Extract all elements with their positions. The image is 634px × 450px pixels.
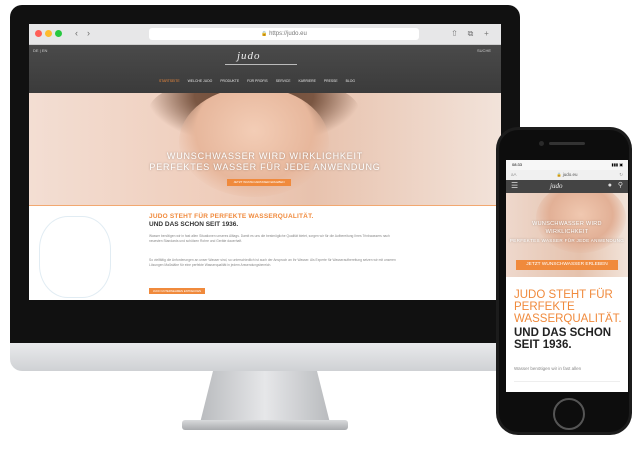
share-icon[interactable]: ⇧ (449, 28, 460, 39)
mobile-hero-headline: WUNSCHWASSER WIRD (532, 221, 602, 227)
chevron-left-icon[interactable]: ‹ (71, 28, 82, 39)
intro-subheading: UND DAS SCHON SEIT 1936. (149, 221, 239, 228)
phone-speaker (549, 142, 585, 145)
mobile-intro-section: JUDO STEHT FÜR PERFEKTE WASSERQUALITÄT. … (506, 277, 628, 392)
home-button[interactable] (553, 398, 585, 430)
search-icon[interactable]: ⚲ (618, 181, 623, 189)
intro-paragraph: Wasser benötigen wir in fast allen Situa… (149, 234, 390, 243)
nav-item-welche-judo[interactable]: WELCHE JUDO (188, 79, 213, 83)
mobile-hero-subheadline: PERFEKTES WASSER FÜR JEDE ANWENDUNG (509, 238, 625, 243)
site-header: DE | EN SUCHE judo STARTSEITE WELCHE JUD… (29, 45, 501, 93)
mobile-screen: 08:33 ▮▮▮ ▣ aA 🔒 judo.eu ↻ ☰ judo ● ⚲ WU… (506, 160, 628, 392)
company-cta-button[interactable]: JUDO UNTERNEHMEN ENTDECKEN (149, 288, 205, 294)
mobile-intro-heading: JUDO STEHT FÜR PERFEKTE WASSERQUALITÄT. (514, 289, 622, 325)
mobile-site-header: ☰ judo ● ⚲ (506, 180, 628, 193)
mobile-site-logo[interactable]: judo (550, 182, 562, 190)
hero-subheadline: PERFEKTES WASSER FÜR JEDE ANWENDUNG (149, 162, 381, 172)
site-logo[interactable]: judo (237, 50, 261, 62)
header-search[interactable]: SUCHE (477, 48, 491, 53)
mobile-hero-headline-2: WIRKLICHKEIT (545, 229, 589, 235)
phone-bezel: 08:33 ▮▮▮ ▣ aA 🔒 judo.eu ↻ ☰ judo ● ⚲ WU… (499, 130, 629, 432)
mobile-url: judo.eu (562, 172, 578, 177)
minimize-window-button[interactable] (45, 30, 52, 37)
mobile-intro-subheading: UND DAS SCHON SEIT 1936. (514, 327, 612, 351)
hero-headline: WUNSCHWASSER WIRD WIRKLICHKEIT (166, 151, 364, 161)
nav-item-blog[interactable]: BLOG (346, 79, 355, 83)
address-bar-url: https://judo.eu (269, 31, 307, 37)
mobile-intro-paragraph: Wasser benötigen wir in fast allen (514, 366, 582, 371)
lock-icon: 🔒 (261, 31, 268, 37)
nav-item-presse[interactable]: PRESSE (324, 79, 338, 83)
address-bar[interactable]: 🔒 https://judo.eu (149, 28, 419, 40)
desktop-screen: ‹ › 🔒 https://judo.eu ⇧ ⧉ + DE | EN SUCH… (29, 24, 501, 300)
signal-battery-icon: ▮▮▮ ▣ (611, 162, 624, 167)
status-time: 08:33 (512, 162, 523, 167)
hero-banner: WUNSCHWASSER WIRD WIRKLICHKEIT PERFEKTES… (29, 93, 501, 205)
phone-frame: 08:33 ▮▮▮ ▣ aA 🔒 judo.eu ↻ ☰ judo ● ⚲ WU… (496, 127, 632, 435)
intro-section: JUDO STEHT FÜR PERFEKTE WASSERQUALITÄT. … (29, 205, 501, 300)
maximize-window-button[interactable] (55, 30, 62, 37)
chevron-right-icon[interactable]: › (83, 28, 94, 39)
mobile-hero-banner: WUNSCHWASSER WIRD WIRKLICHKEIT PERFEKTES… (506, 193, 628, 277)
imac-chin (10, 343, 520, 371)
add-tab-icon[interactable]: + (481, 28, 492, 39)
browser-toolbar: ‹ › 🔒 https://judo.eu ⇧ ⧉ + (29, 24, 501, 45)
status-bar: 08:33 ▮▮▮ ▣ (506, 160, 628, 170)
main-navigation: STARTSEITE WELCHE JUDO PRODUKTE FÜR PROF… (159, 77, 389, 85)
lock-icon: 🔒 (556, 172, 562, 177)
nav-item-service[interactable]: SERVICE (276, 79, 291, 83)
imac-stand-base (182, 420, 348, 430)
mobile-hero-cta-button[interactable]: JETZT WUNSCHWASSER ERLEBEN (516, 260, 618, 270)
globe-icon[interactable]: ● (608, 182, 612, 189)
imac-stand (200, 371, 330, 423)
water-splash-decoration (39, 216, 111, 298)
nav-item-startseite[interactable]: STARTSEITE (159, 79, 180, 83)
front-camera (539, 141, 544, 146)
nav-item-karriere[interactable]: KARRIERE (299, 79, 316, 83)
mobile-address-bar[interactable]: aA 🔒 judo.eu ↻ (506, 170, 628, 180)
hamburger-icon[interactable]: ☰ (511, 181, 518, 190)
language-switch[interactable]: DE | EN (33, 48, 47, 53)
close-window-button[interactable] (35, 30, 42, 37)
nav-item-produkte[interactable]: PRODUKTE (220, 79, 239, 83)
divider (514, 381, 620, 382)
tabs-icon[interactable]: ⧉ (465, 28, 476, 39)
intro-paragraph: So vielfältig die Anforderungen an unser… (149, 258, 396, 267)
intro-heading: JUDO STEHT FÜR PERFEKTE WASSERQUALITÄT. (149, 213, 314, 220)
text-size-icon[interactable]: aA (511, 170, 517, 180)
reload-icon[interactable]: ↻ (619, 170, 623, 180)
nav-item-fuer-profis[interactable]: FÜR PROFIS (247, 79, 268, 83)
logo-underline (225, 64, 297, 65)
hero-cta-button[interactable]: JETZT WUNSCHWASSER ERLEBEN (227, 179, 291, 186)
